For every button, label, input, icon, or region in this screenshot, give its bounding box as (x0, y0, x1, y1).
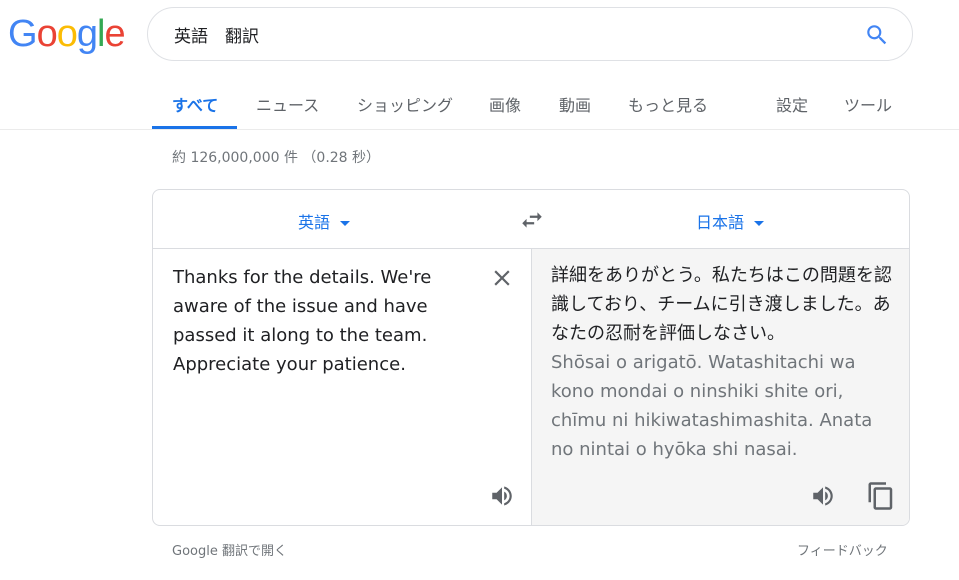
tab-images[interactable]: 画像 (489, 92, 521, 116)
feedback-link[interactable]: フィードバック (797, 540, 888, 559)
source-text-input[interactable]: Thanks for the details. We're aware of t… (173, 263, 473, 379)
source-language-select[interactable]: 英語 (298, 209, 351, 233)
logo-letter: e (104, 13, 125, 55)
tab-news[interactable]: ニュース (256, 92, 319, 116)
tab-more[interactable]: もっと見る (628, 92, 708, 116)
logo-letter: o (56, 13, 78, 55)
tab-shopping[interactable]: ショッピング (357, 92, 453, 116)
romanization-text: Shōsai o arigatō. Watashitachi wa kono m… (551, 352, 873, 460)
translate-card: 英語 日本語 Thanks for the details. We're awa… (152, 189, 910, 526)
chevron-down-icon (340, 221, 351, 226)
target-pane: 詳細をありがとう。私たちはこの問題を認識しており、チームに引き渡しました。あなた… (532, 249, 909, 525)
source-language-label: 英語 (298, 213, 331, 232)
language-bar: 英語 日本語 (153, 190, 909, 249)
chevron-down-icon (754, 221, 765, 226)
search-box[interactable]: 英語 翻訳 (147, 7, 913, 61)
logo-letter: G (8, 13, 38, 55)
tab-tools[interactable]: ツール (844, 92, 892, 116)
copy-icon[interactable] (866, 481, 896, 511)
search-input[interactable]: 英語 翻訳 (174, 22, 259, 47)
tab-all[interactable]: すべて (172, 92, 218, 116)
speaker-icon[interactable] (810, 483, 836, 509)
target-language-label: 日本語 (696, 213, 745, 232)
tab-videos[interactable]: 動画 (559, 92, 591, 116)
source-pane[interactable]: Thanks for the details. We're aware of t… (153, 249, 532, 525)
translation-text: 詳細をありがとう。私たちはこの問題を認識しており、チームに引き渡しました。あなた… (551, 265, 892, 344)
result-stats: 約 126,000,000 件 （0.28 秒） (172, 150, 381, 166)
logo-letter: l (96, 13, 106, 55)
open-in-translate-link[interactable]: Google 翻訳で開く (172, 540, 287, 559)
swap-icon[interactable] (519, 207, 545, 233)
logo-letter: g (76, 13, 98, 55)
search-icon[interactable] (864, 22, 890, 48)
speaker-icon[interactable] (489, 483, 515, 509)
search-tabs: すべて ニュース ショッピング 画像 動画 もっと見る 設定 ツール (152, 80, 959, 130)
tabs-divider (0, 129, 959, 130)
tab-settings[interactable]: 設定 (776, 92, 808, 116)
google-logo[interactable]: Google (8, 13, 126, 55)
target-language-select[interactable]: 日本語 (696, 209, 765, 233)
close-icon[interactable] (489, 265, 515, 291)
logo-letter: o (36, 13, 58, 55)
